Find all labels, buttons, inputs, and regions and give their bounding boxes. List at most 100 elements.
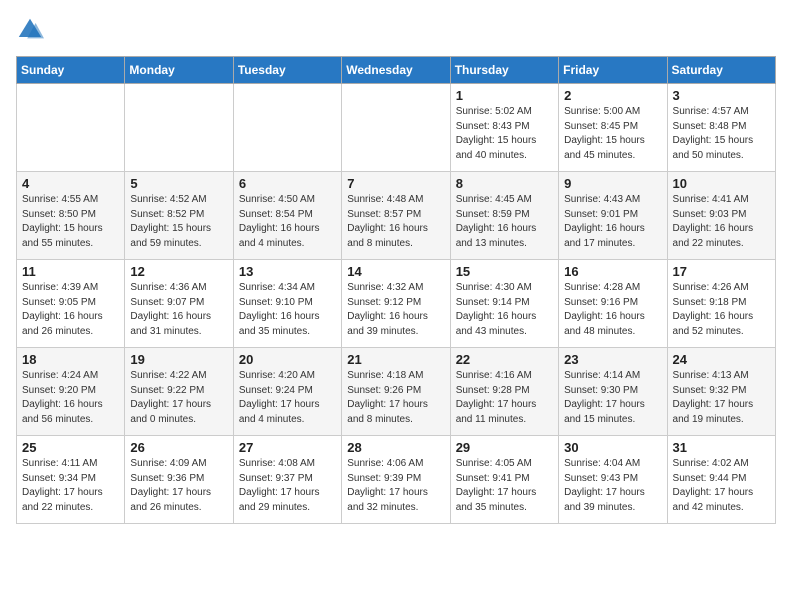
day-detail: Sunrise: 4:05 AM Sunset: 9:41 PM Dayligh… [456, 457, 553, 515]
day-detail: Sunrise: 4:20 AM Sunset: 9:24 PM Dayligh… [239, 369, 336, 427]
calendar-cell: 19 Sunrise: 4:22 AM Sunset: 9:22 PM Dayli… [125, 348, 233, 436]
logo-icon [16, 16, 44, 44]
day-detail: Sunrise: 5:02 AM Sunset: 8:43 PM Dayligh… [456, 105, 553, 163]
day-detail: Sunrise: 4:06 AM Sunset: 9:39 PM Dayligh… [347, 457, 444, 515]
col-header-thursday: Thursday [450, 57, 558, 84]
day-detail: Sunrise: 4:48 AM Sunset: 8:57 PM Dayligh… [347, 193, 444, 251]
day-number: 30 [564, 440, 661, 455]
day-number: 1 [456, 88, 553, 103]
calendar-cell: 17 Sunrise: 4:26 AM Sunset: 9:18 PM Dayli… [667, 260, 775, 348]
logo [16, 16, 48, 44]
calendar-cell: 18 Sunrise: 4:24 AM Sunset: 9:20 PM Dayli… [17, 348, 125, 436]
col-header-friday: Friday [559, 57, 667, 84]
day-number: 6 [239, 176, 336, 191]
day-number: 16 [564, 264, 661, 279]
day-number: 19 [130, 352, 227, 367]
calendar-cell: 14 Sunrise: 4:32 AM Sunset: 9:12 PM Dayli… [342, 260, 450, 348]
calendar-cell: 27Sunrise: 4:08 AM Sunset: 9:37 PM Dayli… [233, 436, 341, 524]
week-row-3: 11 Sunrise: 4:39 AM Sunset: 9:05 PM Dayli… [17, 260, 776, 348]
calendar-cell: 11 Sunrise: 4:39 AM Sunset: 9:05 PM Dayli… [17, 260, 125, 348]
day-number: 28 [347, 440, 444, 455]
day-number: 14 [347, 264, 444, 279]
calendar-cell: 29 Sunrise: 4:05 AM Sunset: 9:41 PM Dayli… [450, 436, 558, 524]
day-number: 22 [456, 352, 553, 367]
calendar-cell [17, 84, 125, 172]
day-detail: Sunrise: 4:18 AM Sunset: 9:26 PM Dayligh… [347, 369, 444, 427]
day-detail: Sunrise: 4:26 AM Sunset: 9:18 PM Dayligh… [673, 281, 770, 339]
day-detail: Sunrise: 4:11 AM Sunset: 9:34 PM Dayligh… [22, 457, 119, 515]
page-header [16, 16, 776, 44]
calendar-cell: 2 Sunrise: 5:00 AM Sunset: 8:45 PM Daylig… [559, 84, 667, 172]
day-detail: Sunrise: 4:39 AM Sunset: 9:05 PM Dayligh… [22, 281, 119, 339]
week-row-2: 4 Sunrise: 4:55 AM Sunset: 8:50 PM Daylig… [17, 172, 776, 260]
day-number: 11 [22, 264, 119, 279]
col-header-saturday: Saturday [667, 57, 775, 84]
calendar-cell: 24 Sunrise: 4:13 AM Sunset: 9:32 PM Dayli… [667, 348, 775, 436]
calendar-cell: 22Sunrise: 4:16 AM Sunset: 9:28 PM Dayli… [450, 348, 558, 436]
day-detail: Sunrise: 4:57 AM Sunset: 8:48 PM Dayligh… [673, 105, 770, 163]
calendar-cell: 20Sunrise: 4:20 AM Sunset: 9:24 PM Dayli… [233, 348, 341, 436]
day-number: 13 [239, 264, 336, 279]
calendar-cell: 3 Sunrise: 4:57 AM Sunset: 8:48 PM Daylig… [667, 84, 775, 172]
calendar-cell: 23 Sunrise: 4:14 AM Sunset: 9:30 PM Dayli… [559, 348, 667, 436]
day-number: 12 [130, 264, 227, 279]
day-number: 17 [673, 264, 770, 279]
day-number: 2 [564, 88, 661, 103]
calendar-cell: 13Sunrise: 4:34 AM Sunset: 9:10 PM Dayli… [233, 260, 341, 348]
day-detail: Sunrise: 4:36 AM Sunset: 9:07 PM Dayligh… [130, 281, 227, 339]
calendar-cell: 9 Sunrise: 4:43 AM Sunset: 9:01 PM Daylig… [559, 172, 667, 260]
day-number: 21 [347, 352, 444, 367]
day-number: 23 [564, 352, 661, 367]
day-number: 31 [673, 440, 770, 455]
week-row-1: 1 Sunrise: 5:02 AM Sunset: 8:43 PM Daylig… [17, 84, 776, 172]
calendar-cell: 4 Sunrise: 4:55 AM Sunset: 8:50 PM Daylig… [17, 172, 125, 260]
day-number: 5 [130, 176, 227, 191]
day-number: 7 [347, 176, 444, 191]
day-detail: Sunrise: 4:13 AM Sunset: 9:32 PM Dayligh… [673, 369, 770, 427]
calendar-cell: 31 Sunrise: 4:02 AM Sunset: 9:44 PM Dayli… [667, 436, 775, 524]
day-number: 9 [564, 176, 661, 191]
calendar-cell: 30 Sunrise: 4:04 AM Sunset: 9:43 PM Dayli… [559, 436, 667, 524]
day-detail: Sunrise: 4:28 AM Sunset: 9:16 PM Dayligh… [564, 281, 661, 339]
calendar-cell: 26 Sunrise: 4:09 AM Sunset: 9:36 PM Dayli… [125, 436, 233, 524]
week-row-5: 25 Sunrise: 4:11 AM Sunset: 9:34 PM Dayli… [17, 436, 776, 524]
day-number: 4 [22, 176, 119, 191]
calendar-cell: 1 Sunrise: 5:02 AM Sunset: 8:43 PM Daylig… [450, 84, 558, 172]
day-detail: Sunrise: 4:32 AM Sunset: 9:12 PM Dayligh… [347, 281, 444, 339]
day-detail: Sunrise: 4:04 AM Sunset: 9:43 PM Dayligh… [564, 457, 661, 515]
day-detail: Sunrise: 4:41 AM Sunset: 9:03 PM Dayligh… [673, 193, 770, 251]
day-number: 10 [673, 176, 770, 191]
day-detail: Sunrise: 4:30 AM Sunset: 9:14 PM Dayligh… [456, 281, 553, 339]
day-number: 15 [456, 264, 553, 279]
calendar-cell [125, 84, 233, 172]
day-detail: Sunrise: 4:02 AM Sunset: 9:44 PM Dayligh… [673, 457, 770, 515]
week-row-4: 18 Sunrise: 4:24 AM Sunset: 9:20 PM Dayli… [17, 348, 776, 436]
day-detail: Sunrise: 4:52 AM Sunset: 8:52 PM Dayligh… [130, 193, 227, 251]
col-header-wednesday: Wednesday [342, 57, 450, 84]
day-detail: Sunrise: 4:22 AM Sunset: 9:22 PM Dayligh… [130, 369, 227, 427]
day-number: 26 [130, 440, 227, 455]
day-detail: Sunrise: 4:55 AM Sunset: 8:50 PM Dayligh… [22, 193, 119, 251]
calendar-cell [342, 84, 450, 172]
day-detail: Sunrise: 4:14 AM Sunset: 9:30 PM Dayligh… [564, 369, 661, 427]
calendar-cell [233, 84, 341, 172]
day-detail: Sunrise: 5:00 AM Sunset: 8:45 PM Dayligh… [564, 105, 661, 163]
calendar-cell: 7 Sunrise: 4:48 AM Sunset: 8:57 PM Daylig… [342, 172, 450, 260]
day-number: 25 [22, 440, 119, 455]
day-number: 29 [456, 440, 553, 455]
calendar-cell: 25 Sunrise: 4:11 AM Sunset: 9:34 PM Dayli… [17, 436, 125, 524]
day-detail: Sunrise: 4:24 AM Sunset: 9:20 PM Dayligh… [22, 369, 119, 427]
calendar-cell: 6Sunrise: 4:50 AM Sunset: 8:54 PM Daylig… [233, 172, 341, 260]
calendar-header: SundayMondayTuesdayWednesdayThursdayFrid… [17, 57, 776, 84]
day-number: 24 [673, 352, 770, 367]
col-header-monday: Monday [125, 57, 233, 84]
day-number: 8 [456, 176, 553, 191]
day-number: 18 [22, 352, 119, 367]
day-detail: Sunrise: 4:43 AM Sunset: 9:01 PM Dayligh… [564, 193, 661, 251]
day-number: 3 [673, 88, 770, 103]
calendar-table: SundayMondayTuesdayWednesdayThursdayFrid… [16, 56, 776, 524]
calendar-cell: 8Sunrise: 4:45 AM Sunset: 8:59 PM Daylig… [450, 172, 558, 260]
calendar-cell: 16 Sunrise: 4:28 AM Sunset: 9:16 PM Dayli… [559, 260, 667, 348]
day-detail: Sunrise: 4:08 AM Sunset: 9:37 PM Dayligh… [239, 457, 336, 515]
day-detail: Sunrise: 4:09 AM Sunset: 9:36 PM Dayligh… [130, 457, 227, 515]
